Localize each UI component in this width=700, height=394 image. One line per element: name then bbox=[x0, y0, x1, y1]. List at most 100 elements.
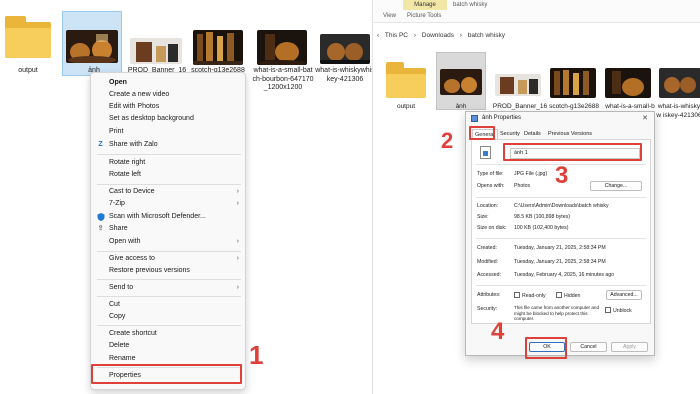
menu-item-rotate-left[interactable]: Rotate left bbox=[91, 169, 247, 181]
readonly-checkbox[interactable] bbox=[514, 292, 520, 298]
menu-item-rotate-right[interactable]: Rotate right bbox=[91, 157, 247, 169]
tab-details[interactable]: Details bbox=[522, 129, 543, 139]
file-item-whisky-whiskey[interactable]: what-is-whiskywhiskey-421306 bbox=[314, 64, 372, 84]
menu-item-create-shortcut[interactable]: Create shortcut bbox=[91, 328, 247, 340]
folder-icon[interactable] bbox=[5, 16, 51, 58]
menu-item-label: Set as desktop background bbox=[109, 115, 194, 122]
menu-separator bbox=[97, 184, 241, 185]
ribbon-folder-name: batch whisky bbox=[453, 2, 488, 8]
ribbon-tab-picture-tools[interactable]: Picture Tools bbox=[407, 13, 441, 19]
menu-item-label: Open with bbox=[109, 238, 141, 245]
breadcrumb-this-pc[interactable]: This PC bbox=[385, 32, 408, 39]
image-thumbnail[interactable] bbox=[130, 38, 182, 64]
apply-button[interactable]: Apply bbox=[611, 342, 648, 352]
file-item-anh[interactable]: ảnh bbox=[430, 100, 492, 112]
file-item-output[interactable]: output bbox=[0, 64, 59, 76]
tab-previous-versions[interactable]: Previous Versions bbox=[546, 129, 594, 139]
created-value: Tuesday, January 21, 2025, 2:58:34 PM bbox=[514, 245, 606, 251]
hidden-checkbox[interactable] bbox=[556, 292, 562, 298]
image-thumbnail[interactable] bbox=[66, 30, 118, 63]
file-item-bourbon[interactable]: what-is-a-small-batch-bourbon-647170_120… bbox=[252, 64, 314, 93]
ribbon-tab-manage[interactable]: Manage bbox=[403, 0, 447, 10]
image-thumbnail[interactable] bbox=[605, 68, 651, 98]
menu-item-label: Create shortcut bbox=[109, 330, 157, 337]
menu-item-label: Print bbox=[109, 128, 124, 135]
image-thumbnail[interactable] bbox=[193, 30, 243, 65]
menu-item-create-video[interactable]: Create a new video bbox=[91, 89, 247, 101]
readonly-label: Read-only bbox=[522, 293, 546, 299]
size-value: 98.5 KB (100,898 bytes) bbox=[514, 214, 570, 220]
image-thumbnail[interactable] bbox=[440, 69, 482, 95]
accessed-value: Tuesday, February 4, 2025, 16 minutes ag… bbox=[514, 272, 615, 278]
breadcrumb-downloads[interactable]: Downloads bbox=[422, 32, 454, 39]
image-thumbnail[interactable] bbox=[550, 68, 596, 98]
menu-item-cut[interactable]: Cut bbox=[91, 299, 247, 311]
close-icon[interactable]: ✕ bbox=[642, 114, 648, 122]
chevron-right-icon: › bbox=[236, 284, 239, 291]
change-button[interactable]: Change... bbox=[590, 181, 642, 191]
menu-item-print[interactable]: Print bbox=[91, 126, 247, 138]
security-message: This file came from another computer and… bbox=[514, 305, 600, 322]
file-item-output[interactable]: output bbox=[375, 100, 437, 112]
step-number-2: 2 bbox=[441, 128, 454, 153]
menu-item-open[interactable]: Open bbox=[91, 77, 247, 89]
type-value: JPG File (.jpg) bbox=[514, 171, 548, 177]
menu-item-delete[interactable]: Delete bbox=[91, 340, 247, 352]
menu-item-7zip[interactable]: 7-Zip › bbox=[91, 198, 247, 210]
step-number-1: 1 bbox=[249, 340, 264, 370]
unblock-label: Unblock bbox=[613, 308, 632, 314]
created-label: Created: bbox=[477, 245, 497, 251]
step-number-4: 4 bbox=[491, 318, 505, 345]
file-name: what-is-whiskyw iskey-421306 bbox=[656, 103, 700, 119]
ribbon-tab-view[interactable]: View bbox=[383, 13, 396, 19]
menu-item-send-to[interactable]: Send to › bbox=[91, 282, 247, 294]
file-type-icon bbox=[480, 146, 491, 159]
location-value: C:\Users\Admin\Downloads\batch whisky bbox=[514, 203, 609, 209]
advanced-button[interactable]: Advanced... bbox=[606, 290, 642, 300]
opens-with-label: Opens with: bbox=[477, 183, 505, 189]
location-label: Location: bbox=[477, 203, 499, 209]
file-name: output bbox=[18, 67, 38, 74]
menu-item-copy[interactable]: Copy bbox=[91, 311, 247, 323]
menu-item-cast[interactable]: Cast to Device › bbox=[91, 186, 247, 198]
menu-item-give-access[interactable]: Give access to › bbox=[91, 253, 247, 265]
file-item-bourbon[interactable]: what-is-a-small-b bbox=[599, 100, 661, 112]
unblock-checkbox[interactable] bbox=[605, 307, 611, 313]
highlight-general-tab bbox=[469, 126, 495, 140]
menu-item-share[interactable]: ⇪ Share bbox=[91, 223, 247, 235]
context-menu: Open Create a new video Edit with Photos… bbox=[90, 72, 246, 390]
image-thumbnail[interactable] bbox=[320, 34, 370, 64]
cancel-button[interactable]: Cancel bbox=[570, 342, 607, 352]
back-chevron-icon[interactable]: ‹ bbox=[377, 32, 379, 39]
folder-icon[interactable] bbox=[386, 62, 426, 98]
menu-item-label: Delete bbox=[109, 342, 130, 349]
menu-item-label: Copy bbox=[109, 313, 126, 320]
menu-item-share-zalo[interactable]: Z Share with Zalo bbox=[91, 139, 247, 151]
menu-item-defender[interactable]: Scan with Microsoft Defender... bbox=[91, 211, 247, 223]
menu-item-edit-photos[interactable]: Edit with Photos bbox=[91, 101, 247, 113]
menu-item-open-with[interactable]: Open with › bbox=[91, 236, 247, 248]
divider bbox=[476, 197, 646, 198]
menu-item-label: Scan with Microsoft Defender... bbox=[109, 213, 206, 220]
divider bbox=[476, 238, 646, 239]
image-thumbnail[interactable] bbox=[659, 68, 700, 98]
tab-security[interactable]: Security bbox=[498, 129, 522, 139]
menu-item-set-background[interactable]: Set as desktop background bbox=[91, 113, 247, 125]
attributes-label: Attributes: bbox=[477, 292, 501, 298]
address-bar[interactable]: ‹ This PC › Downloads › batch whisky bbox=[373, 29, 700, 42]
file-item-prod-banner[interactable]: PROD_Banner_16 bbox=[489, 100, 551, 112]
image-file-icon bbox=[471, 115, 478, 122]
menu-item-label: 7-Zip bbox=[109, 200, 125, 207]
image-thumbnail[interactable] bbox=[257, 30, 307, 65]
menu-separator bbox=[97, 154, 241, 155]
size-on-disk-value: 100 KB (102,400 bytes) bbox=[514, 225, 569, 231]
size-on-disk-label: Size on disk: bbox=[477, 225, 507, 231]
menu-item-label: Cut bbox=[109, 301, 120, 308]
highlight-file-name bbox=[503, 143, 642, 161]
menu-separator bbox=[97, 279, 241, 280]
file-item-scotch[interactable]: scotch-g13e2688 bbox=[543, 100, 605, 112]
image-thumbnail[interactable] bbox=[495, 74, 541, 96]
menu-item-restore[interactable]: Restore previous versions bbox=[91, 265, 247, 277]
breadcrumb-batch-whisky[interactable]: batch whisky bbox=[468, 32, 505, 39]
file-item-whisky-whiskey[interactable]: what-is-whiskyw iskey-421306 bbox=[656, 100, 700, 120]
